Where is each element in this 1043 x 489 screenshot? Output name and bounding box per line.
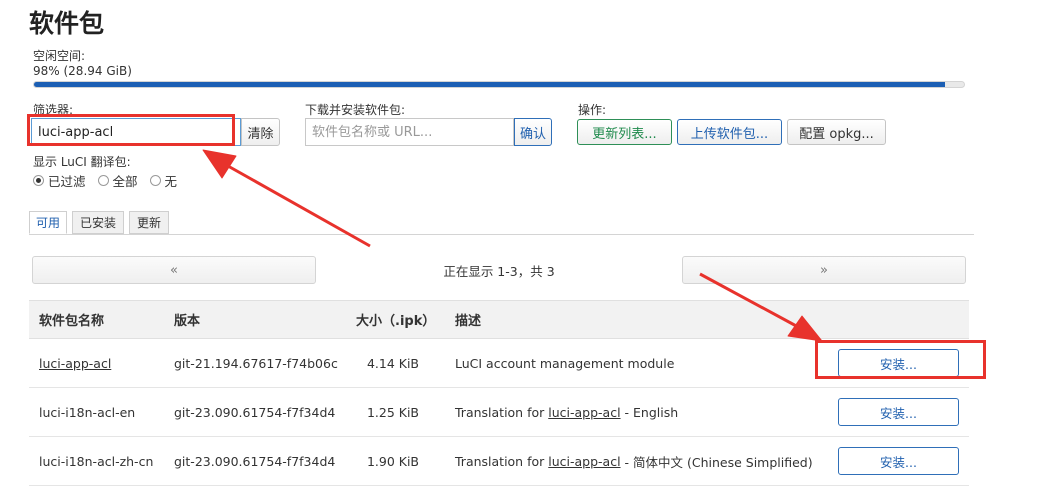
packages-table: 软件包名称 版本 大小（.ipk） 描述 luci-app-acl git-21… <box>29 300 969 486</box>
arrow-to-filter-head <box>202 149 237 179</box>
radio-none[interactable] <box>149 175 161 186</box>
package-name-link[interactable]: luci-app-acl <box>39 356 111 371</box>
package-url-input[interactable] <box>305 118 514 146</box>
package-description: LuCI account management module <box>455 339 674 387</box>
annotation-box-filter <box>27 114 235 146</box>
pager-next-button[interactable]: » <box>682 256 966 284</box>
tab-updates[interactable]: 更新 <box>129 211 169 234</box>
free-space-value: 98% (28.94 GiB) <box>33 64 132 78</box>
description-package-link[interactable]: luci-app-acl <box>548 405 620 420</box>
header-size: 大小（.ipk） <box>356 314 436 329</box>
table-row: luci-i18n-acl-en git-23.090.61754-f7f34d… <box>29 388 969 437</box>
table-header: 软件包名称 版本 大小（.ipk） 描述 <box>29 300 969 339</box>
package-description: Translation for luci-app-acl - 简体中文 (Chi… <box>455 437 813 485</box>
package-version: git-21.194.67617-f74b06c <box>174 355 338 371</box>
pager-status: 正在显示 1-3，共 3 <box>443 263 555 279</box>
configure-opkg-button[interactable]: 配置 opkg... <box>787 119 886 145</box>
package-name: luci-i18n-acl-en <box>39 404 136 420</box>
header-name: 软件包名称 <box>39 314 105 329</box>
upload-package-button[interactable]: 上传软件包... <box>677 119 782 145</box>
actions-label: 操作: <box>578 103 607 117</box>
radio-all-label: 全部 <box>112 174 138 189</box>
annotation-box-install <box>815 340 986 379</box>
description-text: LuCI account management module <box>455 355 675 371</box>
description-suffix: - English <box>620 404 679 420</box>
free-space-progress-fill <box>34 82 946 87</box>
free-space-label: 空闲空间: <box>33 49 86 63</box>
update-lists-button[interactable]: 更新列表... <box>577 119 672 145</box>
page-title: 软件包 <box>29 9 105 38</box>
download-label: 下载并安装软件包: <box>305 103 406 117</box>
description-text: Translation for <box>455 453 549 469</box>
tab-installed[interactable]: 已安装 <box>72 211 124 234</box>
header-description: 描述 <box>455 314 482 329</box>
header-version: 版本 <box>174 314 201 329</box>
install-button[interactable]: 安装... <box>838 447 959 475</box>
free-space-progress <box>33 81 965 88</box>
clear-button[interactable]: 清除 <box>241 118 280 146</box>
translations-label: 显示 LuCI 翻译包: <box>33 155 131 169</box>
description-text: Translation for <box>455 404 549 420</box>
table-row: luci-i18n-acl-zh-cn git-23.090.61754-f7f… <box>29 437 969 486</box>
package-version: git-23.090.61754-f7f34d4 <box>174 404 336 420</box>
package-version: git-23.090.61754-f7f34d4 <box>174 453 336 469</box>
tabs-divider <box>29 234 974 235</box>
translations-options: 已过滤 全部 无 <box>33 171 177 190</box>
package-size: 1.25 KiB <box>366 404 419 420</box>
tab-available[interactable]: 可用 <box>29 211 67 234</box>
radio-filtered-label: 已过滤 <box>48 174 86 189</box>
description-suffix: - 简体中文 (Chinese Simplified) <box>620 454 813 470</box>
confirm-button[interactable]: 确认 <box>514 118 552 146</box>
package-name: luci-i18n-acl-zh-cn <box>39 453 154 469</box>
radio-filtered[interactable] <box>33 175 44 186</box>
install-button[interactable]: 安装... <box>838 398 959 426</box>
description-package-link[interactable]: luci-app-acl <box>548 454 620 469</box>
radio-all[interactable] <box>97 175 109 186</box>
radio-none-label: 无 <box>164 174 178 189</box>
package-size: 1.90 KiB <box>366 453 419 469</box>
pager-prev-button[interactable]: « <box>32 256 316 284</box>
package-description: Translation for luci-app-acl - English <box>455 388 678 436</box>
package-size: 4.14 KiB <box>366 355 419 371</box>
